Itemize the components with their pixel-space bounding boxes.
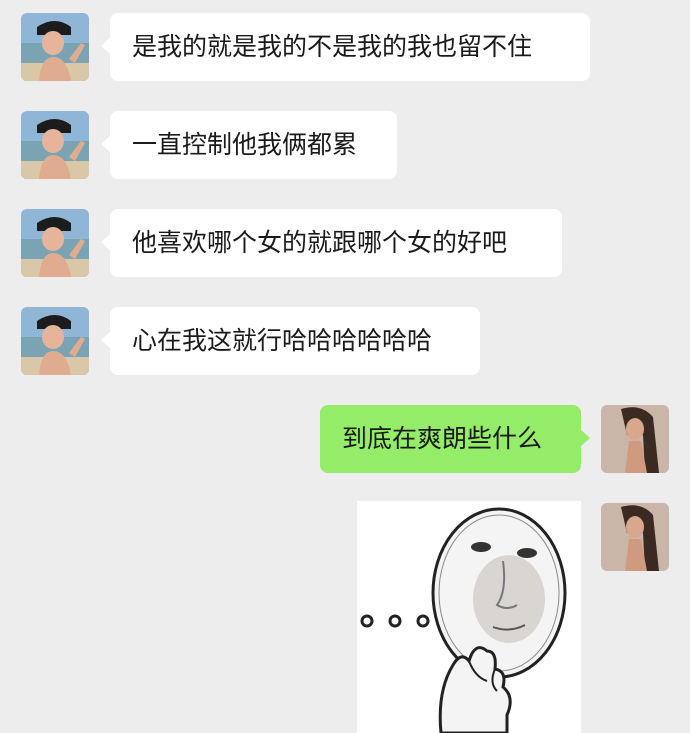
contact-avatar-photo	[21, 13, 89, 81]
message-text: 心在我这就行哈哈哈哈哈哈	[132, 326, 433, 355]
message-bubble-outgoing[interactable]: 到底在爽朗些什么	[320, 405, 590, 473]
contact-avatar[interactable]	[21, 13, 89, 81]
contact-avatar-photo	[21, 307, 89, 375]
contact-avatar-photo	[21, 209, 89, 277]
sticker-image[interactable]	[357, 501, 581, 733]
self-avatar-photo	[601, 503, 669, 571]
message-text: 是我的就是我的不是我的我也留不住	[132, 32, 533, 61]
contact-avatar[interactable]	[21, 307, 89, 375]
contact-avatar[interactable]	[21, 111, 89, 179]
self-avatar[interactable]	[601, 503, 669, 571]
contact-avatar-photo	[21, 111, 89, 179]
thinking-face-meme-icon	[357, 501, 581, 733]
self-avatar-photo	[601, 405, 669, 473]
message-bubble-incoming[interactable]: 他喜欢哪个女的就跟哪个女的好吧	[101, 209, 562, 277]
message-bubble-incoming[interactable]: 心在我这就行哈哈哈哈哈哈	[101, 307, 480, 375]
message-text: 他喜欢哪个女的就跟哪个女的好吧	[132, 228, 508, 257]
contact-avatar[interactable]	[21, 209, 89, 277]
self-avatar[interactable]	[601, 405, 669, 473]
message-text: 一直控制他我俩都累	[132, 130, 358, 159]
message-text: 到底在爽朗些什么	[342, 424, 543, 453]
message-bubble-incoming[interactable]: 是我的就是我的不是我的我也留不住	[101, 13, 590, 81]
message-bubble-incoming[interactable]: 一直控制他我俩都累	[101, 111, 397, 179]
